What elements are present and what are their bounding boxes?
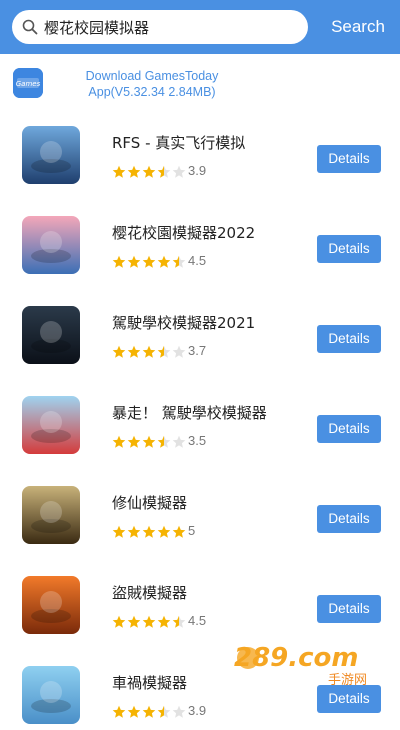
app-name[interactable]: 盜賊模擬器 [112, 582, 187, 603]
star-icon [112, 704, 127, 718]
star-icon [172, 434, 187, 448]
star-rating [112, 614, 187, 628]
rating-value: 3.7 [188, 343, 207, 358]
details-button[interactable]: Details [317, 235, 381, 263]
app-list-item[interactable]: 車禍模擬器 3.9 Details [0, 666, 400, 730]
star-icon [157, 164, 172, 178]
star-icon [142, 254, 157, 268]
star-icon [157, 434, 172, 448]
driving-car-icon[interactable] [22, 306, 80, 364]
crash-car-icon[interactable] [22, 666, 80, 724]
rating-value: 4.5 [188, 253, 207, 268]
star-rating [112, 164, 187, 178]
warrior-icon[interactable] [22, 486, 80, 544]
anime-car-icon[interactable] [22, 396, 80, 454]
star-icon [142, 344, 157, 358]
app-list-item[interactable]: 駕駛學校模擬器2021 3.7 Details [0, 306, 400, 370]
rating-value: 3.5 [188, 433, 207, 448]
logo-text: Games [16, 80, 41, 88]
search-input[interactable] [44, 18, 284, 36]
star-icon [172, 344, 187, 358]
star-rating [112, 524, 187, 538]
details-button[interactable]: Details [317, 415, 381, 443]
star-icon [112, 344, 127, 358]
airplane-icon[interactable] [22, 126, 80, 184]
star-icon [157, 704, 172, 718]
app-list-item[interactable]: 修仙模擬器 5 Details [0, 486, 400, 550]
download-link[interactable]: Download GamesToday App(V5.32.34 2.84MB) [72, 68, 232, 100]
top-bar: Search [0, 0, 400, 54]
star-icon [112, 164, 127, 178]
star-icon [112, 524, 127, 538]
star-icon [127, 434, 142, 448]
star-icon [172, 524, 187, 538]
app-name[interactable]: 暴走！ 駕駛學校模擬器 [112, 402, 267, 423]
star-icon [142, 704, 157, 718]
search-button[interactable]: Search [322, 10, 394, 44]
rating-value: 4.5 [188, 613, 207, 628]
details-button[interactable]: Details [317, 145, 381, 173]
star-rating [112, 344, 187, 358]
rating-value: 3.9 [188, 163, 207, 178]
app-list-item[interactable]: 樱花校園模擬器2022 4.5 Details [0, 216, 400, 280]
star-rating [112, 434, 187, 448]
star-icon [127, 524, 142, 538]
anime-girl-icon[interactable] [22, 216, 80, 274]
details-button[interactable]: Details [317, 685, 381, 713]
star-icon [172, 164, 187, 178]
app-name[interactable]: 車禍模擬器 [112, 672, 187, 693]
search-icon [22, 19, 38, 35]
star-icon [127, 344, 142, 358]
star-icon [127, 704, 142, 718]
download-title: Download GamesToday [85, 69, 219, 83]
details-button[interactable]: Details [317, 325, 381, 353]
gamestoday-logo: Games [13, 68, 43, 98]
star-rating [112, 254, 187, 268]
thief-icon[interactable] [22, 576, 80, 634]
star-icon [112, 434, 127, 448]
star-rating [112, 704, 187, 718]
app-name[interactable]: 樱花校園模擬器2022 [112, 222, 255, 243]
details-button[interactable]: Details [317, 505, 381, 533]
star-icon [172, 704, 187, 718]
app-list-item[interactable]: 暴走！ 駕駛學校模擬器 3.5 Details [0, 396, 400, 460]
star-icon [157, 524, 172, 538]
star-icon [157, 254, 172, 268]
star-icon [127, 254, 142, 268]
star-icon [142, 164, 157, 178]
app-list-item[interactable]: RFS - 真实飞行模拟 3.9 Details [0, 126, 400, 190]
app-list-item[interactable]: 盜賊模擬器 4.5 Details [0, 576, 400, 640]
app-name[interactable]: 修仙模擬器 [112, 492, 187, 513]
star-icon [172, 254, 187, 268]
search-box[interactable] [12, 10, 308, 44]
download-version: App(V5.32.34 2.84MB) [88, 85, 216, 99]
star-icon [142, 614, 157, 628]
star-icon [142, 524, 157, 538]
app-name[interactable]: RFS - 真实飞行模拟 [112, 132, 245, 153]
rating-value: 5 [188, 523, 196, 538]
star-icon [112, 254, 127, 268]
download-banner[interactable]: Games Download GamesToday App(V5.32.34 2… [0, 54, 400, 114]
details-button[interactable]: Details [317, 595, 381, 623]
app-name[interactable]: 駕駛學校模擬器2021 [112, 312, 255, 333]
star-icon [127, 164, 142, 178]
star-icon [172, 614, 187, 628]
star-icon [127, 614, 142, 628]
star-icon [142, 434, 157, 448]
star-icon [157, 344, 172, 358]
star-icon [112, 614, 127, 628]
star-icon [157, 614, 172, 628]
